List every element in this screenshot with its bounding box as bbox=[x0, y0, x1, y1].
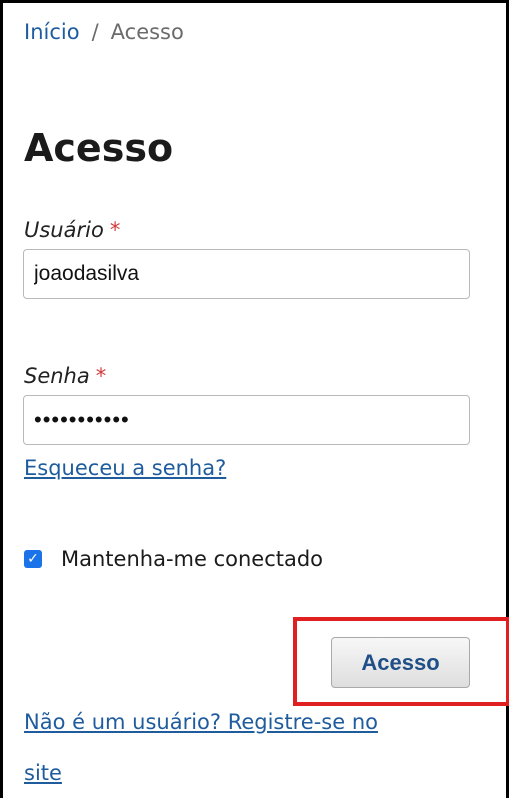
register-link-line1[interactable]: Não é um usuário? Registre-se no bbox=[24, 708, 378, 736]
username-label: Usuário * bbox=[24, 216, 120, 244]
checkmark-icon: ✓ bbox=[27, 551, 39, 567]
password-required-mark: * bbox=[95, 364, 107, 388]
breadcrumb-separator: / bbox=[91, 20, 99, 44]
register-link-line2[interactable]: site bbox=[24, 759, 62, 787]
breadcrumb-current: Acesso bbox=[110, 20, 184, 44]
remember-me-checkbox[interactable]: ✓ bbox=[24, 550, 42, 568]
remember-me-row[interactable]: ✓ Mantenha-me conectado bbox=[24, 547, 323, 571]
remember-me-label[interactable]: Mantenha-me conectado bbox=[61, 547, 323, 571]
breadcrumb: Início / Acesso bbox=[24, 18, 184, 46]
password-label-text: Senha bbox=[24, 364, 90, 388]
username-input[interactable] bbox=[23, 249, 470, 299]
breadcrumb-home-link[interactable]: Início bbox=[24, 20, 80, 44]
username-required-mark: * bbox=[109, 218, 121, 242]
page-title: Acesso bbox=[24, 126, 174, 170]
username-label-text: Usuário bbox=[24, 218, 104, 242]
password-input[interactable] bbox=[23, 395, 470, 445]
login-submit-button[interactable]: Acesso bbox=[331, 637, 470, 688]
forgot-password-link[interactable]: Esqueceu a senha? bbox=[24, 454, 226, 482]
password-label: Senha * bbox=[24, 362, 106, 390]
